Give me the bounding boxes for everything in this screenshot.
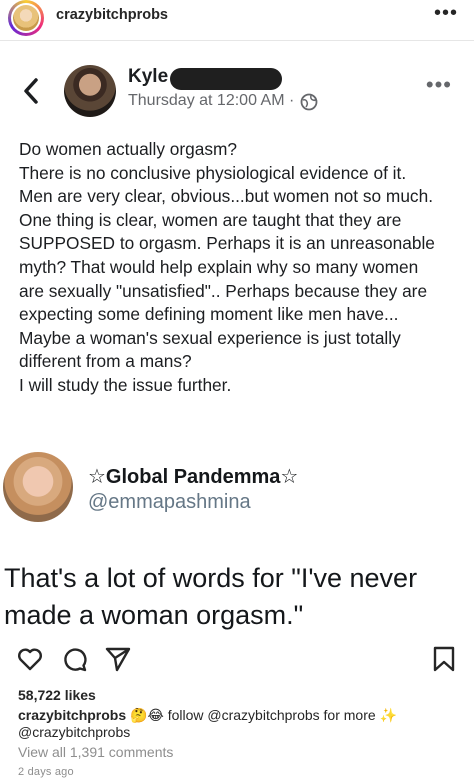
like-count[interactable]: 58,722 likes (18, 687, 96, 703)
post-line: Maybe a woman's sexual experience is jus… (19, 327, 401, 348)
tweet-handle: @emmapashmina (88, 491, 251, 513)
caption-emojis: 🤔😂 (130, 707, 164, 723)
post-line: I will study the issue further. (19, 374, 232, 395)
caption-username[interactable]: crazybitchprobs (18, 707, 126, 723)
post-line: There is no conclusive physiological evi… (19, 162, 407, 183)
tweet-avatar (3, 452, 73, 522)
tweet-body: That's a lot of words for "I've never ma… (4, 560, 470, 634)
action-bar (0, 645, 474, 681)
send-icon[interactable] (104, 645, 132, 673)
caption-text: follow @crazybitchprobs for more ✨ (163, 707, 397, 723)
header-username[interactable]: crazybitchprobs (56, 7, 168, 23)
post-line: SUPPOSED to orgasm. Perhaps it is an unr… (19, 233, 435, 254)
post-line: expecting some defining moment like men … (19, 304, 399, 325)
caption: crazybitchprobs 🤔😂 follow @crazybitchpro… (18, 707, 464, 741)
tweet-line: That's a lot of words for "I've never (4, 563, 418, 593)
heart-icon[interactable] (16, 645, 44, 673)
globe-icon (300, 93, 318, 111)
more-horizontal-icon[interactable]: ••• (434, 2, 458, 25)
post-age: 2 days ago (18, 766, 74, 778)
post-line: Men are very clear, obvious...but women … (19, 186, 433, 207)
caption-mention[interactable]: @crazybitchprobs (18, 724, 130, 740)
post-header: crazybitchprobs ••• (0, 0, 474, 36)
post-body: Do women actually orgasm? There is no co… (19, 138, 469, 398)
tweet-display-name: ☆Global Pandemma☆ (88, 466, 299, 488)
author-name: Kyle (128, 66, 169, 87)
post-line: different from a mans? (19, 351, 192, 372)
post-line: myth? That would help explain why so man… (19, 256, 419, 277)
post-line: One thing is clear, women are taught tha… (19, 209, 402, 230)
bookmark-icon[interactable] (432, 645, 456, 673)
tweet-line: made a woman orgasm." (4, 600, 304, 630)
author-avatar (64, 65, 116, 117)
post-more-icon: ••• (425, 72, 452, 97)
view-comments-link[interactable]: View all 1,391 comments (18, 744, 173, 760)
post-line: are sexually "unsatisfied".. Perhaps bec… (19, 280, 428, 301)
back-chevron-icon (24, 78, 38, 104)
profile-avatar[interactable] (8, 0, 44, 36)
comment-icon[interactable] (60, 645, 88, 673)
redaction-bar (170, 68, 282, 90)
post-line: Do women actually orgasm? (19, 139, 238, 159)
header-divider (0, 40, 474, 41)
post-timestamp: Thursday at 12:00 AM · (128, 92, 295, 109)
